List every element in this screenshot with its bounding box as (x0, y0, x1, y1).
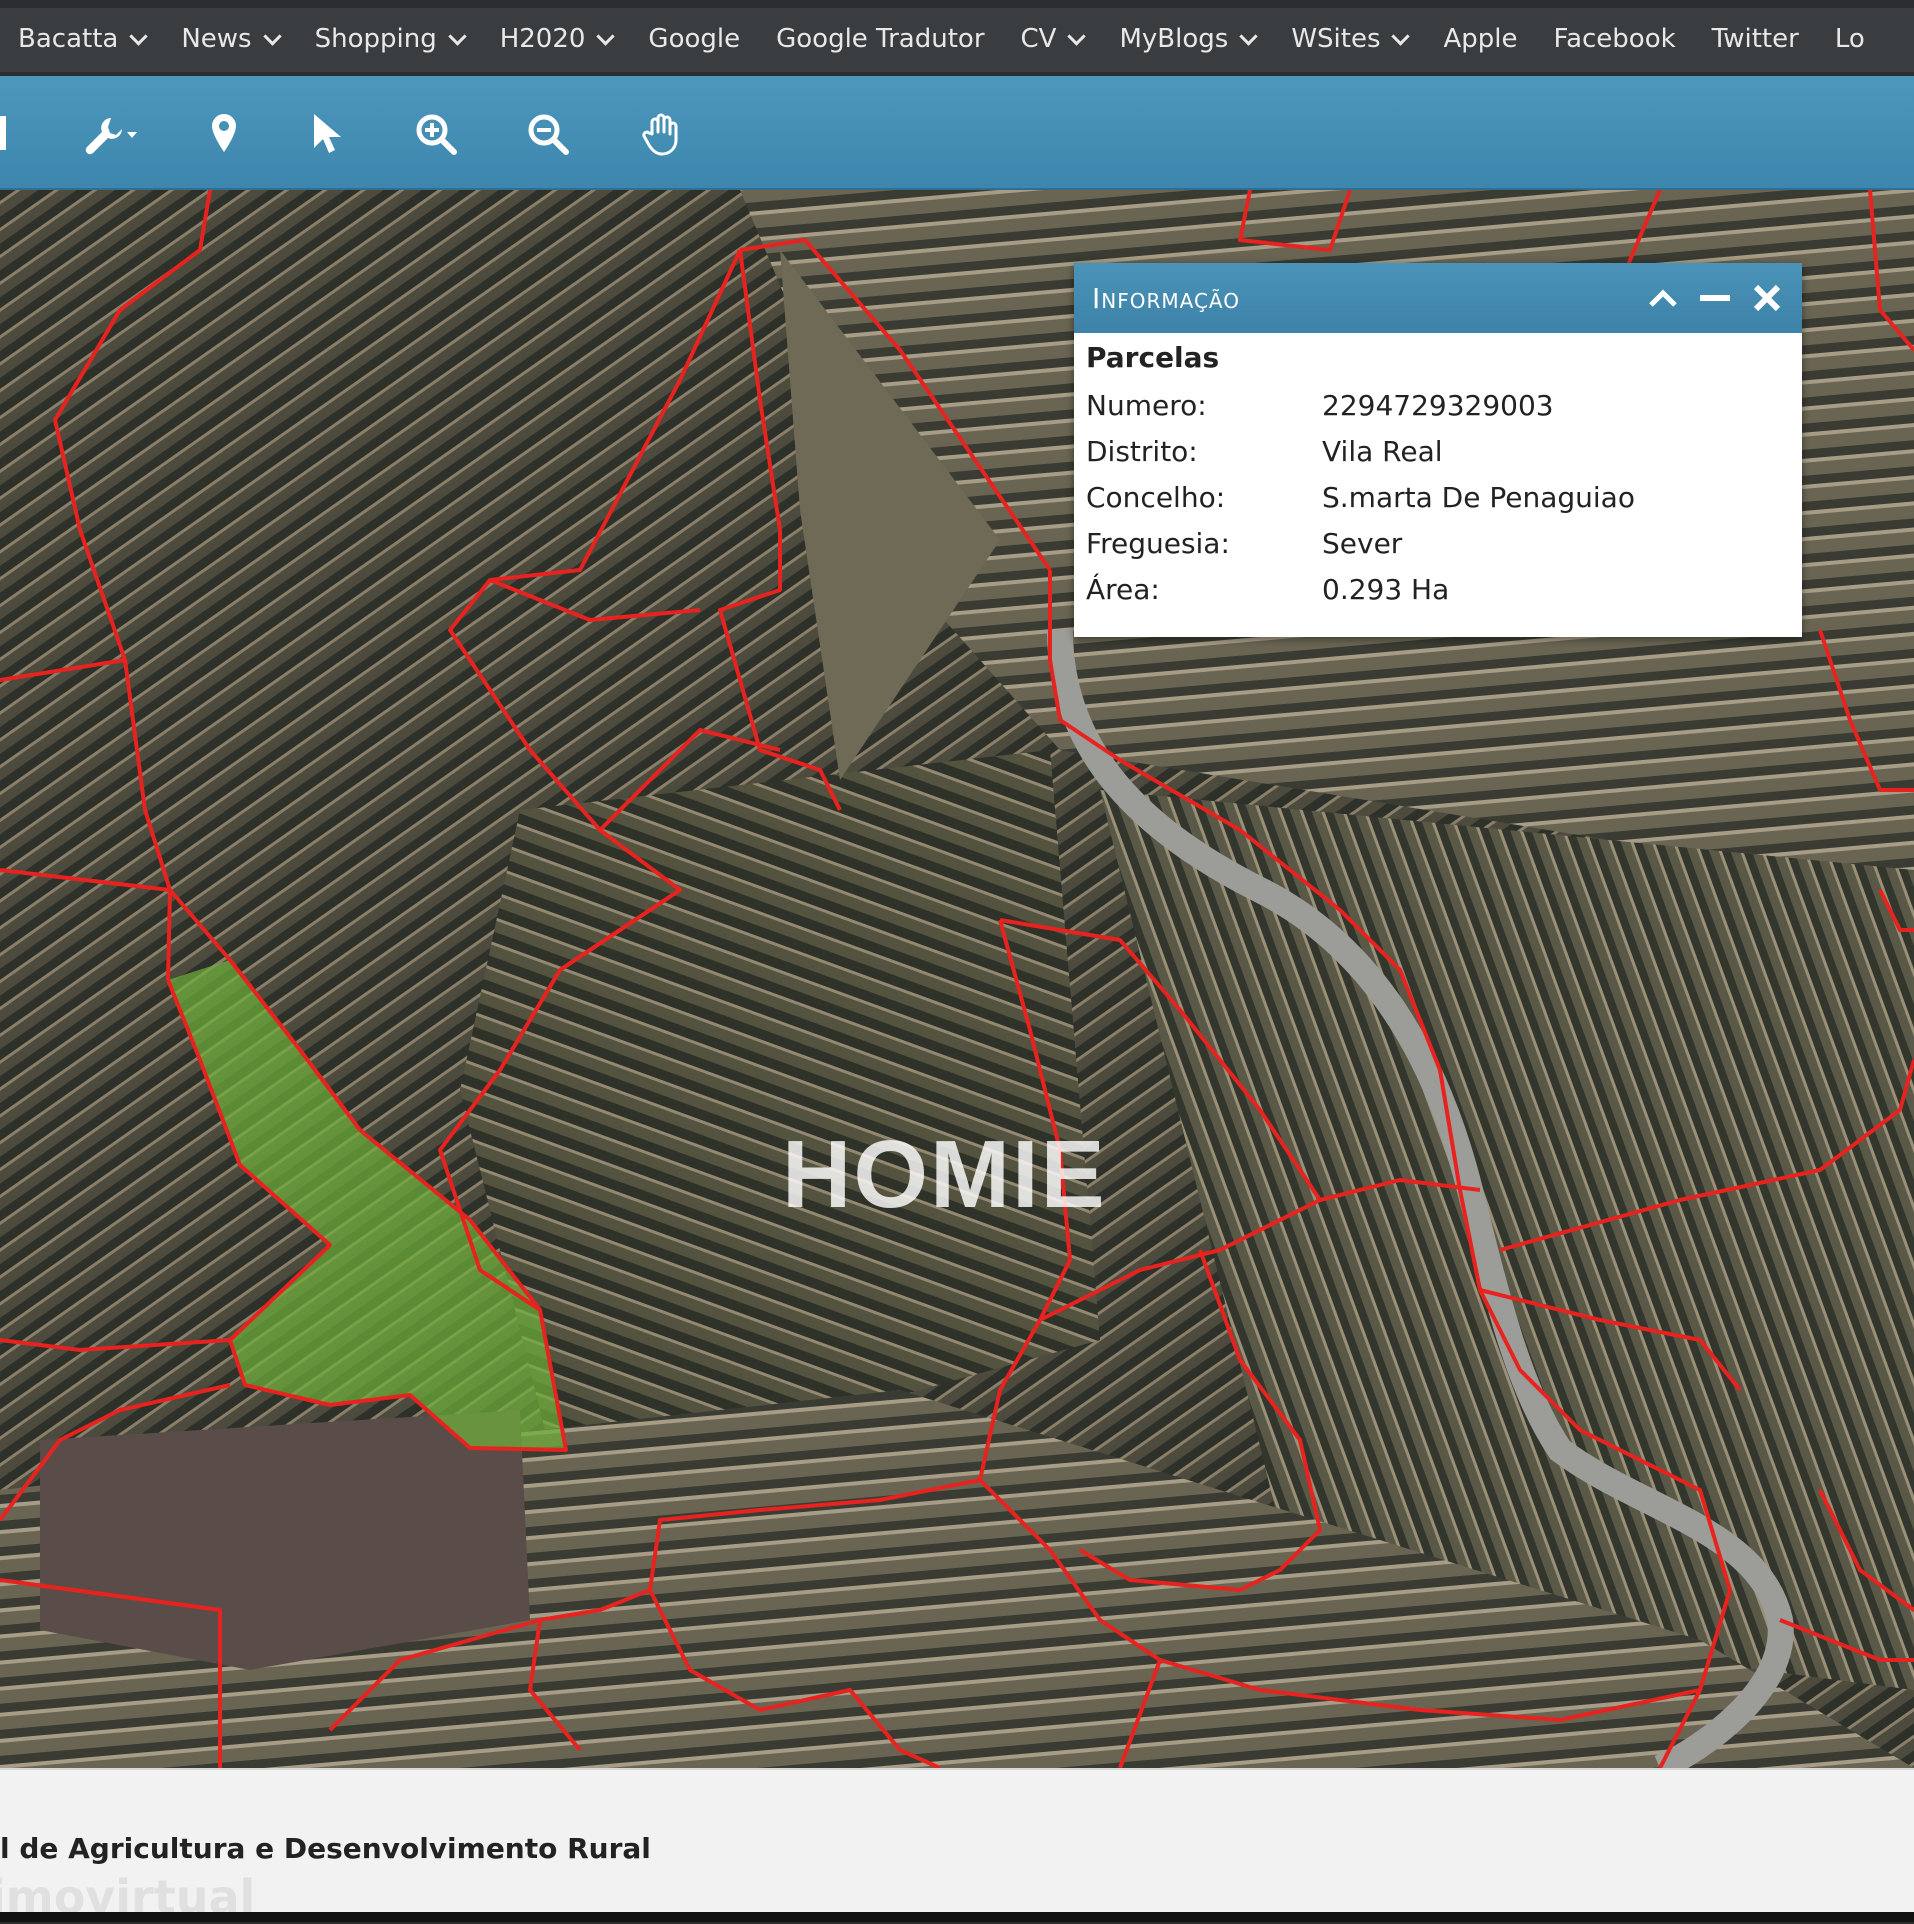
zoom-in-icon[interactable] (408, 106, 464, 162)
bookmark-wsites[interactable]: WSites (1273, 24, 1425, 54)
bookmark-shopping[interactable]: Shopping (297, 24, 482, 54)
field-value: 2294729329003 (1322, 388, 1554, 422)
field-label: Distrito: (1086, 434, 1198, 468)
bookmark-label: Shopping (314, 24, 437, 54)
bookmark-label: Apple (1443, 24, 1518, 54)
chevron-down-icon (1239, 26, 1259, 46)
bookmark-apple[interactable]: Apple (1425, 24, 1535, 54)
bookmark-label: MyBlogs (1119, 24, 1229, 54)
bookmark-myblogs[interactable]: MyBlogs (1101, 24, 1273, 54)
info-panel-title: Informação (1092, 281, 1240, 315)
info-row: Freguesia: Sever (1086, 520, 1790, 566)
bookmark-google[interactable]: Google (630, 24, 758, 54)
field-label: Numero: (1086, 388, 1207, 422)
watermark-logo: HOMIE (782, 1121, 1107, 1228)
field-value: Vila Real (1322, 434, 1443, 468)
info-row: Área: 0.293 Ha (1086, 566, 1790, 612)
bookmark-google-tradutor[interactable]: Google Tradutor (758, 24, 1002, 54)
bookmark-lo[interactable]: Lo (1817, 24, 1883, 54)
minimize-icon[interactable] (1698, 281, 1732, 315)
wrench-dropdown-icon[interactable] (76, 106, 146, 162)
chevron-down-icon (262, 26, 282, 46)
chevron-down-icon (448, 26, 467, 46)
toolbar-edge (0, 116, 6, 150)
info-panel-body: Parcelas Numero: 2294729329003 Distrito: V… (1074, 333, 1802, 612)
close-icon[interactable] (1750, 281, 1784, 315)
bookmark-label: Bacatta (18, 24, 119, 54)
info-row: Concelho: S.marta De Penaguiao (1086, 474, 1790, 520)
bookmark-label: Google (648, 24, 741, 54)
chevron-down-icon (1391, 26, 1411, 46)
bookmark-cv[interactable]: CV (1003, 24, 1102, 54)
map-pin-icon[interactable] (196, 106, 252, 162)
info-row: Numero: 2294729329003 (1086, 382, 1790, 428)
bookmark-h2020[interactable]: H2020 (482, 24, 631, 54)
chevron-down-icon (1067, 26, 1087, 46)
bookmark-facebook[interactable]: Facebook (1536, 24, 1694, 54)
section-title: Parcelas (1086, 341, 1220, 374)
bookmark-label: CV (1020, 24, 1057, 54)
field-label: Área: (1086, 572, 1160, 606)
bookmark-bacatta[interactable]: Bacatta (0, 24, 163, 54)
pointer-icon[interactable] (298, 106, 354, 162)
field-value: Sever (1322, 526, 1403, 560)
bookmark-twitter[interactable]: Twitter (1694, 24, 1817, 54)
pan-hand-icon[interactable] (634, 106, 690, 162)
bookmark-label: H2020 (499, 24, 586, 54)
field-label: Concelho: (1086, 480, 1226, 514)
bookmark-label: Twitter (1711, 24, 1799, 54)
bookmark-label: Lo (1834, 24, 1865, 54)
footer-text: l de Agricultura e Desenvolvimento Rural (0, 1832, 651, 1865)
field-label: Freguesia: (1086, 526, 1230, 560)
footer: l de Agricultura e Desenvolvimento Rural… (0, 1768, 1914, 1924)
chevron-down-icon (129, 26, 149, 46)
info-panel: Informação Parcelas Numero: 2294729329003… (1074, 263, 1802, 637)
map-toolbar (0, 76, 1914, 190)
bookmark-label: Facebook (1553, 24, 1676, 54)
field-value: 0.293 Ha (1322, 572, 1450, 606)
bookmark-label: News (181, 24, 252, 54)
bookmarks-bar: Bacatta News Shopping H2020 Google Googl… (0, 0, 1914, 76)
collapse-icon[interactable] (1646, 281, 1680, 315)
bookmark-news[interactable]: News (163, 24, 296, 54)
bookmark-label: WSites (1291, 24, 1381, 54)
info-panel-header[interactable]: Informação (1074, 263, 1802, 333)
zoom-out-icon[interactable] (520, 106, 576, 162)
info-row: Distrito: Vila Real (1086, 428, 1790, 474)
bookmark-label: Google Tradutor (776, 24, 985, 54)
field-value: S.marta De Penaguiao (1322, 480, 1635, 514)
footer-bar (0, 1912, 1914, 1922)
chevron-down-icon (596, 26, 616, 46)
